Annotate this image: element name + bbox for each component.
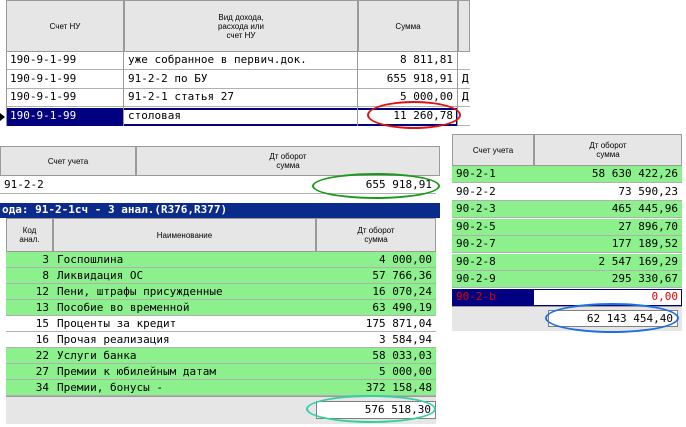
right-row-acct[interactable]: 90-2-8: [452, 253, 534, 271]
green-highlight-oval: [312, 173, 440, 199]
bottom-col-header-sum[interactable]: Дт оборот сумма: [316, 218, 436, 252]
analytics-row-code[interactable]: 16: [6, 332, 53, 348]
analytics-row-code[interactable]: 15: [6, 316, 53, 332]
analytics-table: Код анал. Наименование Дт оборот сумма 3…: [6, 218, 436, 424]
top-grid-left: [6, 52, 7, 126]
right-row-acct[interactable]: 90-2-3: [452, 201, 534, 218]
analytics-row-code[interactable]: 22: [6, 348, 53, 364]
top-grid-1: [123, 52, 124, 126]
col-header-desc[interactable]: Вид дохода, расхода или счет НУ: [124, 0, 358, 52]
analytics-row-sum[interactable]: 16 070,24: [316, 284, 436, 300]
top-row-acct[interactable]: 190-9-1-99: [6, 89, 123, 107]
analytics-row-sum[interactable]: 175 871,04: [316, 316, 436, 332]
analytics-row-sum[interactable]: 372 158,48: [316, 380, 436, 396]
right-row-sum[interactable]: 27 896,70: [534, 218, 682, 236]
top-row-acct[interactable]: 190-9-1-99: [6, 71, 123, 89]
col-header-extra[interactable]: [458, 0, 470, 52]
analytics-row-name[interactable]: Пени, штрафы присужденные: [53, 284, 316, 300]
analytics-row-sum[interactable]: 4 000,00: [316, 252, 436, 268]
right-table: Счет учета Дт оборот сумма 90-2-1 58 630 …: [452, 134, 682, 331]
top-row-desc[interactable]: уже собранное в первич.док.: [124, 52, 357, 70]
analytics-row-sum[interactable]: 63 490,19: [316, 300, 436, 316]
top-row-sum[interactable]: 655 918,91: [358, 71, 457, 89]
cyan-highlight-oval: [306, 395, 436, 423]
analytics-row-code[interactable]: 8: [6, 268, 53, 284]
right-row-acct[interactable]: 90-2-1: [452, 166, 534, 183]
right-col-header-acct[interactable]: Счет учета: [452, 134, 534, 166]
analytics-row-code[interactable]: 27: [6, 364, 53, 380]
top-row-extra[interactable]: Д: [458, 89, 470, 107]
top-row-extra[interactable]: Д: [458, 71, 470, 89]
analytics-row-name[interactable]: Проценты за кредит: [53, 316, 316, 332]
red-highlight-oval: [367, 101, 461, 129]
right-row-sum[interactable]: 465 445,96: [534, 201, 682, 218]
row-pointer-icon: [0, 112, 5, 121]
analytics-row-code[interactable]: 13: [6, 300, 53, 316]
col-header-acct[interactable]: Счет НУ: [6, 0, 124, 52]
analytics-row-code[interactable]: 34: [6, 380, 53, 396]
analytics-row-sum[interactable]: 5 000,00: [316, 364, 436, 380]
top-row-acct[interactable]: 190-9-1-99: [6, 52, 123, 70]
analytics-row-sum[interactable]: 57 766,36: [316, 268, 436, 284]
analytics-row-name[interactable]: Госпошлина: [53, 252, 316, 268]
analytics-row-sum[interactable]: 3 584,94: [316, 332, 436, 348]
right-row-acct[interactable]: 90-2-7: [452, 236, 534, 253]
analytics-row-name[interactable]: Прочая реализация: [53, 332, 316, 348]
top-row-extra[interactable]: [458, 52, 470, 70]
right-row-sum[interactable]: 177 189,52: [534, 236, 682, 253]
right-selected-outline: [452, 288, 682, 306]
right-row-acct[interactable]: 90-2-2: [452, 183, 534, 201]
mid-row-acct[interactable]: 91-2-2: [0, 177, 136, 194]
right-row-sum[interactable]: 73 590,23: [534, 183, 682, 201]
mid-col-header-sum[interactable]: Дт оборот сумма: [136, 146, 440, 176]
right-row-sum[interactable]: 58 630 422,26: [534, 166, 682, 183]
top-row-desc[interactable]: 91-2-1 статья 27: [124, 89, 357, 107]
bottom-col-header-name[interactable]: Наименование: [53, 218, 316, 252]
col-header-sum[interactable]: Сумма: [358, 0, 458, 52]
mid-col-header-acct[interactable]: Счет учета: [0, 146, 136, 176]
analytics-title-bar: ода: 91-2-1сч - 3 анал.(R376,R377): [0, 203, 440, 218]
analytics-row-code[interactable]: 12: [6, 284, 53, 300]
analytics-row-name[interactable]: Премии, бонусы -: [53, 380, 316, 396]
analytics-row-name[interactable]: Ликвидация ОС: [53, 268, 316, 284]
top-row-desc[interactable]: 91-2-2 по БУ: [124, 71, 357, 89]
right-row-acct[interactable]: 90-2-9: [452, 271, 534, 288]
blue-highlight-oval: [545, 303, 679, 333]
right-row-sum[interactable]: 295 330,67: [534, 271, 682, 288]
analytics-row-name[interactable]: Пособие во временной: [53, 300, 316, 316]
right-row-acct[interactable]: 90-2-5: [452, 218, 534, 236]
right-row-sum[interactable]: 2 547 169,29: [534, 253, 682, 271]
bottom-col-header-code[interactable]: Код анал.: [6, 218, 53, 252]
right-col-header-sum[interactable]: Дт оборот сумма: [534, 134, 682, 166]
analytics-row-code[interactable]: 3: [6, 252, 53, 268]
top-row-sum[interactable]: 8 811,81: [358, 52, 457, 70]
analytics-row-name[interactable]: Премии к юбилейным датам: [53, 364, 316, 380]
top-grid-2: [357, 52, 358, 126]
analytics-row-name[interactable]: Услуги банка: [53, 348, 316, 364]
analytics-row-sum[interactable]: 58 033,03: [316, 348, 436, 364]
